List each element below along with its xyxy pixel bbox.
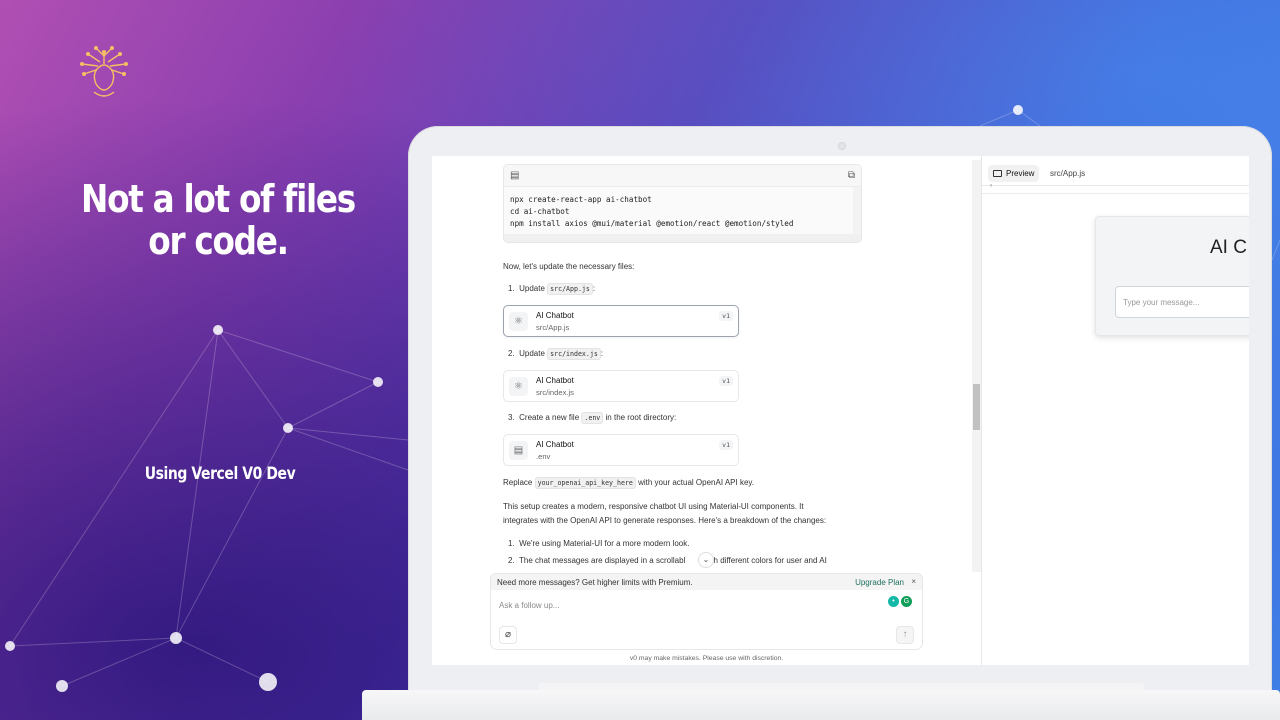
list-text: We're using Material-UI for a more moder… <box>519 539 690 548</box>
tab-underline <box>982 185 1249 186</box>
chat-scrollbar[interactable] <box>972 160 981 572</box>
close-icon[interactable]: × <box>911 577 916 586</box>
grammarly-icon[interactable]: G <box>901 596 912 607</box>
message-input-placeholder: Type your message... <box>1123 298 1200 307</box>
follow-up-composer[interactable]: Ask a follow up... • G ⌀ ↑ <box>490 590 923 650</box>
code-block[interactable]: ▤ ⧉ npx create-react-app ai-chatbot cd ai… <box>503 164 862 243</box>
inline-code: src/App.js <box>547 283 593 295</box>
file-icon: ▤ <box>510 170 520 181</box>
follow-up-input[interactable]: Ask a follow up... <box>499 601 559 610</box>
react-icon: ⚛ <box>509 312 528 331</box>
tab-label: Preview <box>1006 169 1035 178</box>
step-text: Update <box>519 349 545 358</box>
list-number: 2. <box>508 556 515 565</box>
inline-code: your_openai_api_key_here <box>534 477 636 489</box>
list-text: The chat messages are displayed in a scr… <box>518 556 686 565</box>
step-3: 3. Create a new file .env in the root di… <box>508 412 677 424</box>
list-item: 1. We're using Material-UI for a more mo… <box>508 539 689 548</box>
code-line: cd ai-chatbot <box>510 207 570 216</box>
step-number: 3. <box>508 413 515 422</box>
step-text: Create a new file <box>519 413 580 422</box>
preview-pane: Preview src/App.js ‹ AI C Type your mess… <box>982 156 1249 665</box>
step-number: 1. <box>508 284 515 293</box>
version-badge: v1 <box>719 440 733 450</box>
inline-code: .env <box>581 412 604 424</box>
tab-label: src/App.js <box>1050 169 1086 178</box>
v0-screen: ▤ ⧉ npx create-react-app ai-chatbot cd ai… <box>432 156 1249 665</box>
code-line: npm install axios @mui/material @emotion… <box>510 219 794 228</box>
file-card-app-js[interactable]: ⚛ AI Chatbot src/App.js v1 <box>503 305 739 337</box>
preview-tabbar: Preview src/App.js ‹ <box>982 156 1249 194</box>
preview-app-card: AI C Type your message... <box>1095 216 1249 336</box>
upgrade-banner: Need more messages? Get higher limits wi… <box>490 573 923 591</box>
file-card-title: AI Chatbot <box>536 440 574 449</box>
version-badge: v1 <box>719 376 733 386</box>
chat-pane[interactable]: ▤ ⧉ npx create-react-app ai-chatbot cd ai… <box>432 156 981 665</box>
file-card-title: AI Chatbot <box>536 311 574 320</box>
inline-code: src/index.js <box>547 348 601 360</box>
tab-source[interactable]: src/App.js <box>1045 165 1090 182</box>
paragraph-line: This setup creates a modern, responsive … <box>503 502 804 511</box>
version-badge: v1 <box>719 311 733 321</box>
paperclip-icon[interactable]: ⌀ <box>499 626 517 644</box>
file-card-path: .env <box>536 452 551 461</box>
code-block-content[interactable]: npx create-react-app ai-chatbot cd ai-cha… <box>504 187 861 230</box>
webcam-dot <box>838 142 846 150</box>
upgrade-message: Need more messages? Get higher limits wi… <box>497 578 693 587</box>
disclaimer-text: v0 may make mistakes. Please use with di… <box>629 655 784 662</box>
copy-icon[interactable]: ⧉ <box>848 170 855 181</box>
step-1: 1. Update src/App.js: <box>508 283 596 295</box>
paragraph-line: integrates with the OpenAI API to genera… <box>503 516 827 525</box>
message-input[interactable]: Type your message... <box>1115 286 1249 318</box>
step-number: 2. <box>508 349 515 358</box>
code-line: npx create-react-app ai-chatbot <box>510 195 652 204</box>
code-block-header: ▤ ⧉ <box>504 165 861 187</box>
upgrade-plan-link[interactable]: Upgrade Plan <box>855 578 904 587</box>
app-title: AI C <box>1210 237 1247 258</box>
react-icon: ⚛ <box>509 377 528 396</box>
intro-text: Now, let's update the necessary files: <box>503 262 635 271</box>
code-vertical-scrollbar[interactable] <box>853 187 861 236</box>
replace-prefix: Replace <box>503 478 533 487</box>
tree-head-logo-icon <box>80 46 128 97</box>
file-card-title: AI Chatbot <box>536 376 574 385</box>
file-card-env[interactable]: ▤ AI Chatbot .env v1 <box>503 434 739 466</box>
code-horizontal-scrollbar[interactable] <box>504 234 861 242</box>
preview-icon <box>993 170 1002 177</box>
step-text: Update <box>519 284 545 293</box>
list-item: 2. The chat messages are displayed in a … <box>508 556 827 565</box>
file-icon: ▤ <box>509 441 528 460</box>
step-suffix: : <box>600 349 604 358</box>
step-suffix: : <box>592 284 596 293</box>
step-suffix: in the root directory: <box>605 413 677 422</box>
tab-preview[interactable]: Preview <box>988 165 1040 182</box>
file-card-index-js[interactable]: ⚛ AI Chatbot src/index.js v1 <box>503 370 739 402</box>
file-card-path: src/App.js <box>536 323 570 332</box>
file-card-path: src/index.js <box>536 388 574 397</box>
replace-text: Replace your_openai_api_key_here with yo… <box>503 477 755 489</box>
replace-suffix: with your actual OpenAI API key. <box>638 478 755 487</box>
left-caret-icon[interactable]: ‹ <box>990 183 992 189</box>
laptop-base <box>362 690 1280 720</box>
lightbulb-icon[interactable]: • <box>888 596 899 607</box>
list-text: with different colors for user and AI <box>703 556 827 565</box>
chat-scrollbar-thumb[interactable] <box>973 384 980 430</box>
send-button[interactable]: ↑ <box>896 626 914 644</box>
slide-subtitle: Using Vercel V0 Dev <box>144 464 296 484</box>
list-number: 1. <box>508 539 515 548</box>
step-2: 2. Update src/index.js: <box>508 348 604 360</box>
slide-headline: Not a lot of files or code. <box>81 177 356 263</box>
scroll-down-button[interactable]: ⌄ <box>698 552 714 568</box>
